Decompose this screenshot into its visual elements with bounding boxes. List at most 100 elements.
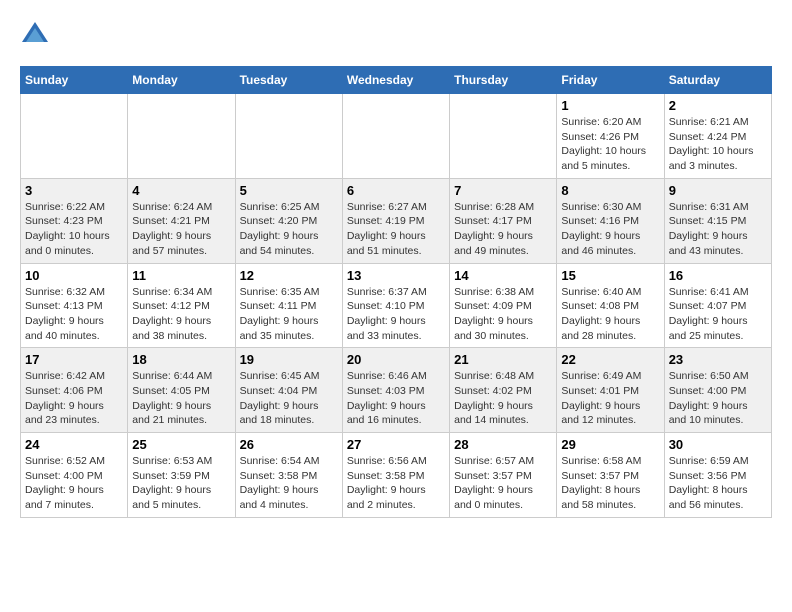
day-info: Sunrise: 6:56 AM Sunset: 3:58 PM Dayligh… [347, 454, 445, 513]
day-info: Sunrise: 6:27 AM Sunset: 4:19 PM Dayligh… [347, 200, 445, 259]
day-number: 8 [561, 183, 659, 198]
calendar-cell: 19 Sunrise: 6:45 AM Sunset: 4:04 PM Dayli… [235, 348, 342, 433]
day-number: 9 [669, 183, 767, 198]
calendar-header: SundayMondayTuesdayWednesdayThursdayFrid… [21, 67, 772, 94]
calendar-cell: 7 Sunrise: 6:28 AM Sunset: 4:17 PM Daylig… [450, 178, 557, 263]
calendar-cell: 16 Sunrise: 6:41 AM Sunset: 4:07 PM Dayli… [664, 263, 771, 348]
day-number: 10 [25, 268, 123, 283]
day-number: 30 [669, 437, 767, 452]
calendar-cell: 3 Sunrise: 6:22 AM Sunset: 4:23 PM Daylig… [21, 178, 128, 263]
day-info: Sunrise: 6:20 AM Sunset: 4:26 PM Dayligh… [561, 115, 659, 174]
day-number: 19 [240, 352, 338, 367]
calendar-cell: 14 Sunrise: 6:38 AM Sunset: 4:09 PM Dayli… [450, 263, 557, 348]
day-info: Sunrise: 6:25 AM Sunset: 4:20 PM Dayligh… [240, 200, 338, 259]
day-number: 27 [347, 437, 445, 452]
calendar-cell: 1Sunrise: 6:20 AM Sunset: 4:26 PM Daylig… [557, 94, 664, 179]
calendar-week-row: 24 Sunrise: 6:52 AM Sunset: 4:00 PM Dayli… [21, 433, 772, 518]
weekday-header-saturday: Saturday [664, 67, 771, 94]
day-number: 17 [25, 352, 123, 367]
day-info: Sunrise: 6:45 AM Sunset: 4:04 PM Dayligh… [240, 369, 338, 428]
page-header [20, 20, 772, 50]
day-number: 12 [240, 268, 338, 283]
calendar-cell: 20Sunrise: 6:46 AM Sunset: 4:03 PM Dayli… [342, 348, 449, 433]
calendar-cell: 8Sunrise: 6:30 AM Sunset: 4:16 PM Daylig… [557, 178, 664, 263]
weekday-header-tuesday: Tuesday [235, 67, 342, 94]
weekday-header-wednesday: Wednesday [342, 67, 449, 94]
day-number: 16 [669, 268, 767, 283]
day-number: 7 [454, 183, 552, 198]
day-number: 22 [561, 352, 659, 367]
calendar-cell: 25 Sunrise: 6:53 AM Sunset: 3:59 PM Dayli… [128, 433, 235, 518]
day-info: Sunrise: 6:34 AM Sunset: 4:12 PM Dayligh… [132, 285, 230, 344]
day-info: Sunrise: 6:48 AM Sunset: 4:02 PM Dayligh… [454, 369, 552, 428]
day-info: Sunrise: 6:22 AM Sunset: 4:23 PM Dayligh… [25, 200, 123, 259]
calendar-cell: 9 Sunrise: 6:31 AM Sunset: 4:15 PM Daylig… [664, 178, 771, 263]
day-number: 25 [132, 437, 230, 452]
day-number: 2 [669, 98, 767, 113]
calendar-cell [128, 94, 235, 179]
day-number: 26 [240, 437, 338, 452]
weekday-header-monday: Monday [128, 67, 235, 94]
day-number: 29 [561, 437, 659, 452]
calendar-cell: 17 Sunrise: 6:42 AM Sunset: 4:06 PM Dayli… [21, 348, 128, 433]
calendar-body: 1Sunrise: 6:20 AM Sunset: 4:26 PM Daylig… [21, 94, 772, 518]
day-info: Sunrise: 6:32 AM Sunset: 4:13 PM Dayligh… [25, 285, 123, 344]
calendar-cell: 13 Sunrise: 6:37 AM Sunset: 4:10 PM Dayli… [342, 263, 449, 348]
day-number: 5 [240, 183, 338, 198]
calendar-cell: 11 Sunrise: 6:34 AM Sunset: 4:12 PM Dayli… [128, 263, 235, 348]
calendar-cell [342, 94, 449, 179]
calendar-cell [450, 94, 557, 179]
calendar-cell: 30 Sunrise: 6:59 AM Sunset: 3:56 PM Dayli… [664, 433, 771, 518]
calendar-cell [235, 94, 342, 179]
calendar-cell: 21 Sunrise: 6:48 AM Sunset: 4:02 PM Dayli… [450, 348, 557, 433]
calendar-week-row: 17 Sunrise: 6:42 AM Sunset: 4:06 PM Dayli… [21, 348, 772, 433]
day-number: 24 [25, 437, 123, 452]
day-info: Sunrise: 6:35 AM Sunset: 4:11 PM Dayligh… [240, 285, 338, 344]
calendar-cell: 28Sunrise: 6:57 AM Sunset: 3:57 PM Dayli… [450, 433, 557, 518]
day-number: 23 [669, 352, 767, 367]
day-number: 11 [132, 268, 230, 283]
calendar-cell: 6 Sunrise: 6:27 AM Sunset: 4:19 PM Daylig… [342, 178, 449, 263]
logo [20, 20, 54, 50]
day-number: 6 [347, 183, 445, 198]
weekday-header-row: SundayMondayTuesdayWednesdayThursdayFrid… [21, 67, 772, 94]
calendar-cell [21, 94, 128, 179]
day-info: Sunrise: 6:31 AM Sunset: 4:15 PM Dayligh… [669, 200, 767, 259]
day-info: Sunrise: 6:52 AM Sunset: 4:00 PM Dayligh… [25, 454, 123, 513]
calendar-week-row: 1Sunrise: 6:20 AM Sunset: 4:26 PM Daylig… [21, 94, 772, 179]
calendar-cell: 10 Sunrise: 6:32 AM Sunset: 4:13 PM Dayli… [21, 263, 128, 348]
day-number: 3 [25, 183, 123, 198]
day-info: Sunrise: 6:44 AM Sunset: 4:05 PM Dayligh… [132, 369, 230, 428]
calendar-week-row: 10 Sunrise: 6:32 AM Sunset: 4:13 PM Dayli… [21, 263, 772, 348]
day-info: Sunrise: 6:54 AM Sunset: 3:58 PM Dayligh… [240, 454, 338, 513]
calendar-cell: 5 Sunrise: 6:25 AM Sunset: 4:20 PM Daylig… [235, 178, 342, 263]
day-info: Sunrise: 6:53 AM Sunset: 3:59 PM Dayligh… [132, 454, 230, 513]
day-info: Sunrise: 6:28 AM Sunset: 4:17 PM Dayligh… [454, 200, 552, 259]
calendar-cell: 4 Sunrise: 6:24 AM Sunset: 4:21 PM Daylig… [128, 178, 235, 263]
day-info: Sunrise: 6:42 AM Sunset: 4:06 PM Dayligh… [25, 369, 123, 428]
calendar-table: SundayMondayTuesdayWednesdayThursdayFrid… [20, 66, 772, 518]
day-info: Sunrise: 6:37 AM Sunset: 4:10 PM Dayligh… [347, 285, 445, 344]
weekday-header-thursday: Thursday [450, 67, 557, 94]
day-number: 13 [347, 268, 445, 283]
calendar-cell: 24 Sunrise: 6:52 AM Sunset: 4:00 PM Dayli… [21, 433, 128, 518]
calendar-cell: 12 Sunrise: 6:35 AM Sunset: 4:11 PM Dayli… [235, 263, 342, 348]
day-info: Sunrise: 6:50 AM Sunset: 4:00 PM Dayligh… [669, 369, 767, 428]
day-info: Sunrise: 6:59 AM Sunset: 3:56 PM Dayligh… [669, 454, 767, 513]
day-number: 14 [454, 268, 552, 283]
day-number: 21 [454, 352, 552, 367]
day-info: Sunrise: 6:21 AM Sunset: 4:24 PM Dayligh… [669, 115, 767, 174]
weekday-header-friday: Friday [557, 67, 664, 94]
day-info: Sunrise: 6:41 AM Sunset: 4:07 PM Dayligh… [669, 285, 767, 344]
calendar-cell: 26 Sunrise: 6:54 AM Sunset: 3:58 PM Dayli… [235, 433, 342, 518]
day-number: 4 [132, 183, 230, 198]
day-number: 15 [561, 268, 659, 283]
weekday-header-sunday: Sunday [21, 67, 128, 94]
day-info: Sunrise: 6:24 AM Sunset: 4:21 PM Dayligh… [132, 200, 230, 259]
day-info: Sunrise: 6:38 AM Sunset: 4:09 PM Dayligh… [454, 285, 552, 344]
day-info: Sunrise: 6:57 AM Sunset: 3:57 PM Dayligh… [454, 454, 552, 513]
day-number: 18 [132, 352, 230, 367]
day-info: Sunrise: 6:46 AM Sunset: 4:03 PM Dayligh… [347, 369, 445, 428]
day-info: Sunrise: 6:40 AM Sunset: 4:08 PM Dayligh… [561, 285, 659, 344]
calendar-cell: 22Sunrise: 6:49 AM Sunset: 4:01 PM Dayli… [557, 348, 664, 433]
